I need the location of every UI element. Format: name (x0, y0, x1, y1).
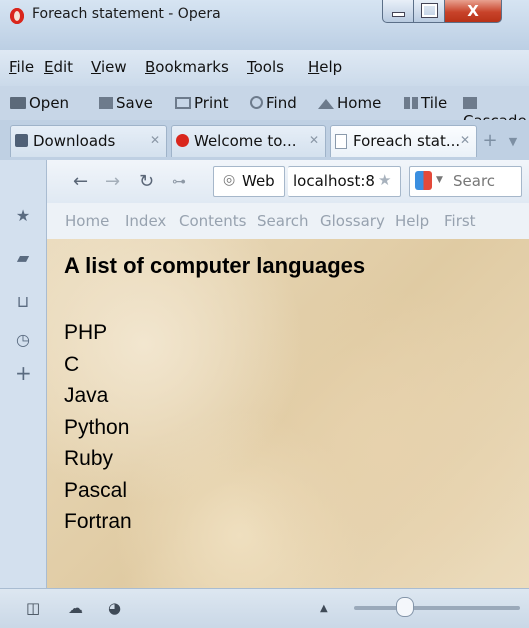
list-item: C (64, 352, 80, 376)
downloads-icon (15, 134, 28, 147)
close-tab-icon[interactable]: ✕ (460, 133, 470, 147)
menu-bar: File Edit View Bookmarks Tools Help (0, 50, 529, 86)
web-site-button[interactable]: ◎ Web (213, 166, 285, 197)
home-icon (318, 99, 334, 109)
cascade-icon (463, 97, 477, 109)
link-index[interactable]: Index (125, 212, 166, 230)
link-help[interactable]: Help (395, 212, 429, 230)
opera-logo-icon (10, 8, 24, 24)
find-button[interactable]: Find (250, 94, 297, 112)
menu-file[interactable]: File (9, 58, 34, 76)
title-bar: Foreach statement - Opera X (0, 0, 529, 50)
sidebar-panel: ★ ▰ ⊔ ◷ + (0, 160, 47, 588)
bookmark-star-icon[interactable]: ★ (378, 171, 391, 189)
language-list: PHP C Java Python Ruby Pascal Fortran (64, 317, 132, 538)
opera-icon (176, 134, 189, 147)
menu-help[interactable]: Help (308, 58, 342, 76)
navigation-links-bar: Home Index Contents Search Glossary Help… (47, 203, 529, 240)
link-home[interactable]: Home (65, 212, 109, 230)
tab-foreach[interactable]: Foreach stat... ✕ (330, 125, 477, 157)
link-search[interactable]: Search (257, 212, 309, 230)
cloud-icon[interactable]: ☁ (68, 599, 83, 617)
browser-window: Foreach statement - Opera X File Edit Vi… (0, 0, 529, 628)
tile-button[interactable]: Tile (404, 94, 447, 112)
print-icon (175, 97, 191, 109)
page-heading: A list of computer languages (64, 253, 366, 278)
home-button[interactable]: Home (318, 94, 381, 112)
page-icon (335, 134, 347, 149)
main-toolbar: Open Save Print Find Home Tile Cascade (0, 86, 529, 130)
zoom-slider-track[interactable] (354, 606, 520, 610)
close-button[interactable]: X (444, 0, 502, 23)
search-field[interactable]: ▼ Searc (409, 166, 522, 197)
zoom-menu-icon[interactable]: ▲ (320, 603, 328, 614)
save-icon (99, 97, 113, 109)
close-icon: X (467, 2, 479, 20)
window-title: Foreach statement - Opera (32, 6, 221, 22)
tab-label: Downloads (33, 132, 116, 150)
zoom-slider-handle[interactable] (396, 597, 414, 617)
tab-label: Foreach stat... (353, 132, 461, 150)
menu-edit[interactable]: Edit (44, 58, 73, 76)
add-panel-icon[interactable]: + (15, 363, 32, 383)
menu-tools[interactable]: Tools (247, 58, 284, 76)
globe-icon: ◎ (223, 172, 236, 188)
list-item: Java (64, 384, 109, 407)
list-item: Python (64, 415, 130, 439)
link-first[interactable]: First (444, 212, 476, 230)
chevron-down-icon[interactable]: ▼ (436, 175, 443, 185)
link-contents[interactable]: Contents (179, 212, 246, 230)
bookmarks-star-icon[interactable]: ★ (15, 208, 31, 224)
reload-icon[interactable]: ↻ (139, 171, 154, 192)
close-tab-icon[interactable]: ✕ (150, 133, 160, 147)
list-item: PHP (64, 321, 108, 344)
list-item: Fortran (64, 510, 132, 533)
panel-toggle-icon[interactable]: ◫ (26, 599, 40, 617)
link-glossary[interactable]: Glossary (320, 212, 385, 230)
tab-label: Welcome to... (194, 132, 297, 150)
status-bar: ◫ ☁ ◕ ▲ (0, 588, 529, 628)
print-button[interactable]: Print (175, 94, 229, 112)
notes-icon[interactable]: ▰ (15, 250, 31, 266)
close-tab-icon[interactable]: ✕ (309, 133, 319, 147)
tile-icon (404, 97, 418, 109)
tab-downloads[interactable]: Downloads ✕ (10, 125, 167, 157)
tab-menu-icon[interactable]: ▼ (505, 134, 521, 150)
menu-view[interactable]: View (91, 58, 127, 76)
downloads-panel-icon[interactable]: ⊔ (15, 294, 31, 310)
key-icon[interactable]: ⊶ (172, 174, 186, 190)
open-button[interactable]: Open (10, 94, 69, 112)
folder-icon (10, 97, 26, 109)
history-icon[interactable]: ◷ (15, 332, 31, 348)
new-tab-icon[interactable]: + (482, 132, 498, 150)
minimize-button[interactable] (382, 0, 414, 23)
maximize-button[interactable] (413, 0, 445, 23)
search-icon (250, 96, 263, 109)
google-icon[interactable] (415, 171, 432, 190)
forward-icon[interactable]: → (105, 171, 120, 192)
back-icon[interactable]: ← (73, 171, 88, 192)
address-field[interactable]: localhost:8 ★ (288, 166, 401, 197)
menu-bookmarks[interactable]: Bookmarks (145, 58, 229, 76)
list-item: Ruby (64, 447, 114, 470)
list-item: Pascal (64, 478, 128, 502)
page-content: A list of computer languages PHP C Java … (47, 239, 529, 588)
tab-bar: Downloads ✕ Welcome to... ✕ Foreach stat… (0, 120, 529, 160)
tab-welcome[interactable]: Welcome to... ✕ (171, 125, 326, 157)
save-button[interactable]: Save (99, 94, 153, 112)
speed-dial-icon[interactable]: ◕ (108, 599, 121, 617)
navigation-bar: ← → ↻ ⊶ ◎ Web localhost:8 ★ ▼ Searc (47, 160, 529, 203)
